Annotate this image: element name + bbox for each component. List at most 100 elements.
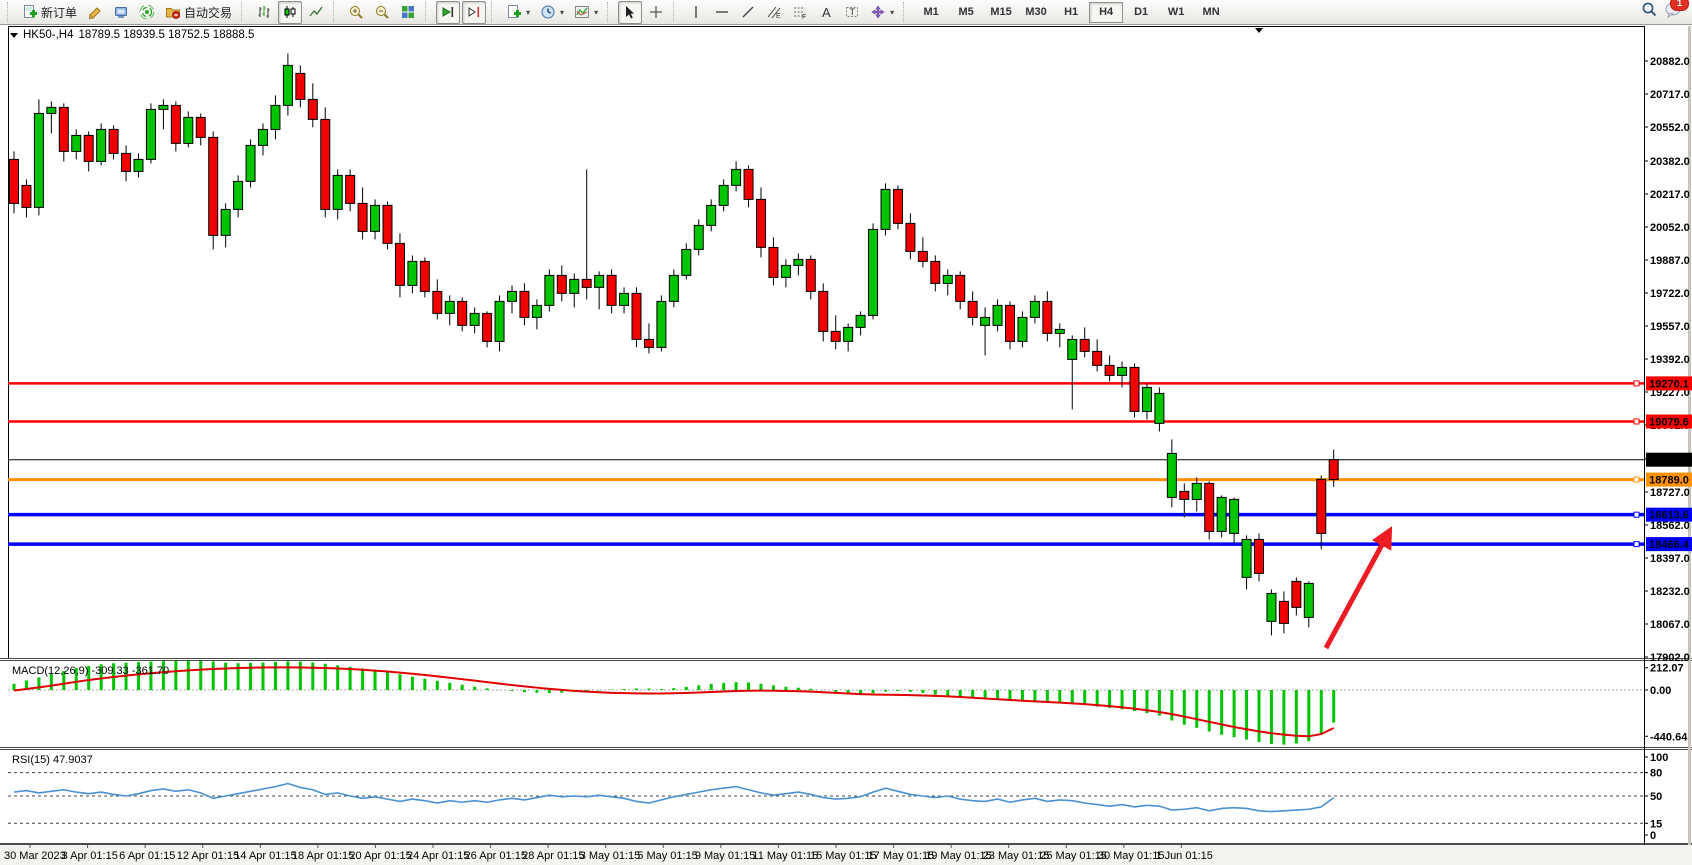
signals-button[interactable]: [135, 1, 159, 24]
candle-body: [122, 153, 131, 171]
chevron-down-icon: ▾: [594, 8, 598, 17]
notifications-button[interactable]: 1: [1664, 1, 1682, 23]
timeframe-button-m1[interactable]: M1: [914, 2, 948, 23]
toolbar-separator: [903, 2, 909, 22]
indicators-icon: [574, 4, 590, 20]
horizontal-line-tool-button[interactable]: [710, 1, 734, 24]
axis-label: 19887.0: [1650, 255, 1690, 267]
candle-body: [931, 261, 940, 283]
timeframe-button-d1[interactable]: D1: [1124, 2, 1158, 23]
candlestick-type-button[interactable]: [278, 1, 302, 24]
line-handle[interactable]: [1634, 419, 1639, 424]
line-handle[interactable]: [1634, 477, 1639, 482]
candle-body: [1080, 339, 1089, 351]
timeframe-button-h1[interactable]: H1: [1054, 2, 1088, 23]
toolbar-grip: [7, 2, 13, 22]
candle-body: [1130, 367, 1139, 411]
chart-shift-marker-icon[interactable]: [1255, 28, 1263, 33]
line-handle[interactable]: [1634, 381, 1639, 386]
ohlc-bars-icon: [256, 4, 272, 20]
candle-body: [408, 261, 417, 285]
autotrading-button[interactable]: 自动交易: [161, 1, 236, 24]
cursor-tool-button[interactable]: [618, 1, 642, 24]
candle-body: [981, 317, 990, 325]
chart-shift-button[interactable]: [462, 1, 486, 24]
equidistant-channel-tool-button[interactable]: E: [762, 1, 786, 24]
line-handle[interactable]: [1634, 542, 1639, 547]
candle-body: [1030, 301, 1039, 317]
candle-body: [1230, 499, 1239, 533]
timeframe-button-h4[interactable]: H4: [1089, 2, 1123, 23]
candle-body: [520, 291, 529, 317]
text-label-tool-button[interactable]: T: [840, 1, 864, 24]
candle-body: [707, 205, 716, 225]
chart-canvas[interactable]: 20882.020717.020552.020382.020217.020052…: [0, 25, 1692, 865]
trendline-tool-button[interactable]: [736, 1, 760, 24]
axis-label: 18397.0: [1650, 553, 1690, 565]
axis-label: 0.00: [1650, 685, 1671, 697]
line-handle[interactable]: [1634, 512, 1639, 517]
line-chart-icon: [308, 4, 324, 20]
timeframe-button-m15[interactable]: M15: [984, 2, 1018, 23]
fibonacci-tool-button[interactable]: F: [788, 1, 812, 24]
timeframe-button-group: M1M5M15M30H1H4D1W1MN: [914, 2, 1228, 23]
candle-body: [196, 117, 205, 137]
notification-count-badge: 1: [1670, 0, 1689, 11]
candle-body: [59, 107, 68, 151]
axis-label: 50: [1650, 791, 1662, 803]
bar-chart-type-button[interactable]: [252, 1, 276, 24]
candle-body: [109, 129, 118, 153]
axis-label: -440.64: [1650, 731, 1688, 743]
time-axis-label: 12 Apr 01:15: [177, 850, 239, 862]
candle-body: [532, 305, 541, 317]
axis-label: 80: [1650, 768, 1662, 780]
indicators-button[interactable]: ▾: [570, 1, 602, 24]
zoom-in-button[interactable]: [344, 1, 368, 24]
candle-body: [209, 137, 218, 235]
candle-body: [732, 169, 741, 185]
templates-button[interactable]: ▾: [502, 1, 534, 24]
time-axis-label: 9 May 01:15: [695, 850, 756, 862]
candle-body: [234, 181, 243, 209]
collapse-triangle-icon[interactable]: [10, 33, 18, 38]
period-button[interactable]: ▾: [536, 1, 568, 24]
axis-label: 19392.0: [1650, 354, 1690, 366]
new-order-button[interactable]: 新订单: [18, 1, 81, 24]
time-axis-label: 26 Apr 01:15: [465, 850, 527, 862]
tile-windows-icon: [400, 4, 416, 20]
new-order-icon: [22, 4, 38, 20]
time-axis-label: 24 Apr 01:15: [407, 850, 469, 862]
crosshair-tool-button[interactable]: [644, 1, 668, 24]
candle-body: [1329, 460, 1338, 480]
candle-body: [246, 145, 255, 181]
timeframe-button-m30[interactable]: M30: [1019, 2, 1053, 23]
candlestick-icon: [282, 4, 298, 20]
zoom-out-button[interactable]: [370, 1, 394, 24]
time-axis-label: 5 May 01:15: [637, 850, 698, 862]
toolbar-separator: [491, 2, 497, 22]
arrows-tool-button[interactable]: ▾: [866, 1, 898, 24]
auto-scroll-button[interactable]: [436, 1, 460, 24]
chart-window[interactable]: HK50-,H4 18789.5 18939.5 18752.5 18888.5…: [0, 25, 1692, 865]
candle-body: [1242, 539, 1251, 577]
line-chart-type-button[interactable]: [304, 1, 328, 24]
candle-body: [831, 331, 840, 341]
axis-label: 18466.4: [1649, 539, 1690, 551]
search-icon[interactable]: [1641, 1, 1658, 23]
tile-windows-button[interactable]: [396, 1, 420, 24]
candle-body: [259, 129, 268, 145]
timeframe-button-mn[interactable]: MN: [1194, 2, 1228, 23]
candle-body: [1006, 305, 1015, 341]
timeframe-button-w1[interactable]: W1: [1159, 2, 1193, 23]
autotrading-label: 自动交易: [184, 4, 232, 21]
axis-label: 0: [1650, 830, 1656, 842]
timeframe-button-m5[interactable]: M5: [949, 2, 983, 23]
candle-body: [1167, 453, 1176, 497]
text-tool-button[interactable]: A: [814, 1, 838, 24]
axis-label: 20552.0: [1650, 122, 1690, 134]
vertical-line-tool-button[interactable]: [684, 1, 708, 24]
chart-title: HK50-,H4 18789.5 18939.5 18752.5 18888.5: [10, 29, 254, 41]
metaeditor-button[interactable]: [83, 1, 107, 24]
terminal-button[interactable]: [109, 1, 133, 24]
axis-label: 19557.0: [1650, 321, 1690, 333]
